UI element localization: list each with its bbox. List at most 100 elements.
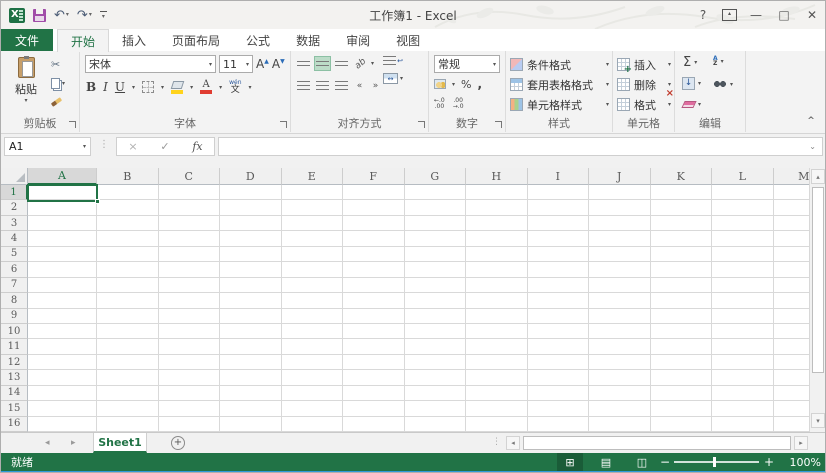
phonetic-guide-button[interactable]: wén文: [229, 80, 241, 95]
cell-H14[interactable]: [466, 386, 528, 401]
help-button[interactable]: ?: [694, 6, 712, 24]
previous-sheet-button[interactable]: ◂: [45, 433, 50, 453]
tab-审阅[interactable]: 审阅: [333, 29, 383, 51]
cell-F14[interactable]: [343, 386, 405, 401]
cell-J13[interactable]: [589, 370, 651, 385]
scroll-right-button[interactable]: ▸: [794, 436, 808, 450]
decrease-indent-button[interactable]: «: [352, 78, 366, 93]
sheet-tab-sheet1[interactable]: Sheet1: [93, 433, 147, 453]
column-header-C[interactable]: C: [159, 168, 221, 185]
cell-L4[interactable]: [712, 231, 774, 246]
cell-F1[interactable]: [343, 185, 405, 200]
cell-L12[interactable]: [712, 355, 774, 370]
cell-J8[interactable]: [589, 293, 651, 308]
cell-E8[interactable]: [282, 293, 344, 308]
cell-D8[interactable]: [220, 293, 282, 308]
row-header-10[interactable]: 10: [1, 324, 28, 339]
number-dialog-launcher[interactable]: [495, 121, 502, 128]
delete-cells-button[interactable]: 删除 ▾: [617, 75, 671, 94]
column-header-K[interactable]: K: [651, 168, 713, 185]
cell-G9[interactable]: [405, 309, 467, 324]
comma-style-button[interactable]: ,: [477, 77, 482, 91]
cell-I15[interactable]: [528, 401, 590, 416]
cell-I5[interactable]: [528, 247, 590, 262]
cell-H9[interactable]: [466, 309, 528, 324]
decrease-decimal-button[interactable]: .00→.0: [453, 98, 464, 110]
column-header-D[interactable]: D: [220, 168, 282, 185]
scroll-left-button[interactable]: ◂: [506, 436, 520, 450]
cell-D10[interactable]: [220, 324, 282, 339]
cell-I9[interactable]: [528, 309, 590, 324]
cell-G8[interactable]: [405, 293, 467, 308]
cell-C15[interactable]: [159, 401, 221, 416]
orientation-button[interactable]: ab: [352, 56, 369, 71]
tab-插入[interactable]: 插入: [109, 29, 159, 51]
zoom-level-label[interactable]: 100%: [781, 453, 821, 471]
cell-F10[interactable]: [343, 324, 405, 339]
cell-J15[interactable]: [589, 401, 651, 416]
cell-D4[interactable]: [220, 231, 282, 246]
cell-C11[interactable]: [159, 339, 221, 354]
cell-M13[interactable]: [774, 370, 812, 385]
borders-dropdown-icon[interactable]: ▾: [161, 84, 164, 91]
cell-K9[interactable]: [651, 309, 713, 324]
select-all-button[interactable]: [1, 168, 28, 185]
find-select-button[interactable]: ▾: [713, 80, 733, 88]
cell-B5[interactable]: [97, 247, 159, 262]
tab-页面布局[interactable]: 页面布局: [159, 29, 233, 51]
column-header-H[interactable]: H: [466, 168, 528, 185]
cell-G6[interactable]: [405, 262, 467, 277]
cell-B11[interactable]: [97, 339, 159, 354]
accounting-format-icon[interactable]: [434, 79, 446, 89]
cell-C3[interactable]: [159, 216, 221, 231]
cell-F8[interactable]: [343, 293, 405, 308]
cell-E2[interactable]: [282, 200, 344, 215]
row-header-3[interactable]: 3: [1, 216, 28, 231]
cell-F6[interactable]: [343, 262, 405, 277]
cell-B12[interactable]: [97, 355, 159, 370]
cell-F2[interactable]: [343, 200, 405, 215]
cell-B1[interactable]: [97, 185, 159, 200]
cell-I12[interactable]: [528, 355, 590, 370]
cell-A14[interactable]: [28, 386, 97, 401]
paste-button[interactable]: 粘贴 ▾: [5, 55, 47, 115]
conditional-formatting-button[interactable]: 条件格式 ▾: [510, 55, 609, 74]
cell-G14[interactable]: [405, 386, 467, 401]
cell-E3[interactable]: [282, 216, 344, 231]
cell-J12[interactable]: [589, 355, 651, 370]
align-right-button[interactable]: [333, 78, 350, 93]
cell-C8[interactable]: [159, 293, 221, 308]
cell-L7[interactable]: [712, 278, 774, 293]
zoom-out-button[interactable]: −: [660, 453, 670, 471]
cell-H3[interactable]: [466, 216, 528, 231]
cell-H5[interactable]: [466, 247, 528, 262]
cell-M10[interactable]: [774, 324, 812, 339]
column-header-J[interactable]: J: [589, 168, 651, 185]
row-header-15[interactable]: 15: [1, 401, 28, 416]
cell-E4[interactable]: [282, 231, 344, 246]
cell-L3[interactable]: [712, 216, 774, 231]
cell-E11[interactable]: [282, 339, 344, 354]
cell-J7[interactable]: [589, 278, 651, 293]
cell-L15[interactable]: [712, 401, 774, 416]
cell-G1[interactable]: [405, 185, 467, 200]
column-header-B[interactable]: B: [97, 168, 159, 185]
cell-C9[interactable]: [159, 309, 221, 324]
fill-color-dropdown-icon[interactable]: ▾: [190, 84, 193, 91]
cell-A10[interactable]: [28, 324, 97, 339]
merge-center-button[interactable]: ↔▾: [383, 73, 403, 84]
cell-I14[interactable]: [528, 386, 590, 401]
cell-B8[interactable]: [97, 293, 159, 308]
cell-H10[interactable]: [466, 324, 528, 339]
zoom-slider-track[interactable]: [674, 461, 759, 463]
cell-J16[interactable]: [589, 417, 651, 432]
cell-G10[interactable]: [405, 324, 467, 339]
fill-button[interactable]: ↓ ▾: [682, 77, 701, 90]
cell-E13[interactable]: [282, 370, 344, 385]
cell-M15[interactable]: [774, 401, 812, 416]
font-size-combo[interactable]: 11▾: [219, 55, 253, 73]
cell-M6[interactable]: [774, 262, 812, 277]
cell-F15[interactable]: [343, 401, 405, 416]
cell-I3[interactable]: [528, 216, 590, 231]
cell-E12[interactable]: [282, 355, 344, 370]
